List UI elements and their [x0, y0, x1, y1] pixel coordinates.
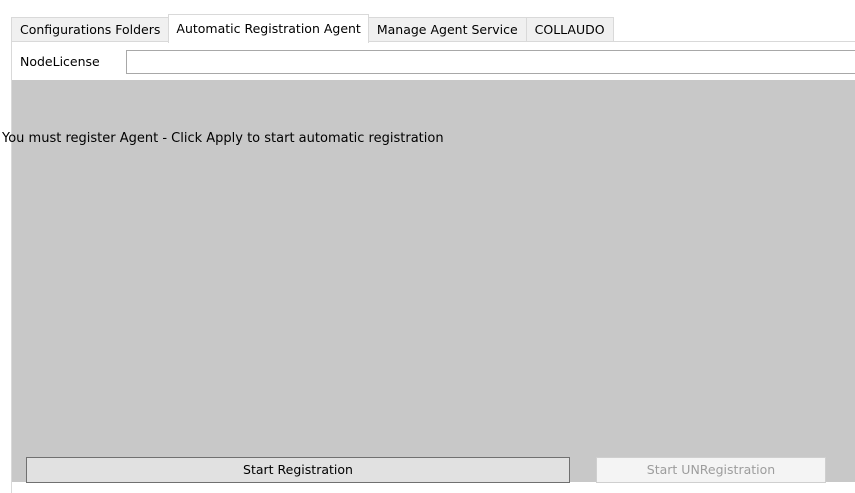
- tab-content-panel: NodeLicense You must register Agent - Cl…: [2, 41, 855, 493]
- registration-message: You must register Agent - Click Apply to…: [2, 131, 444, 146]
- settings-window: Configurations Folders Automatic Registr…: [0, 0, 855, 493]
- tab-manage-agent-service[interactable]: Manage Agent Service: [367, 17, 527, 42]
- tab-configurations-folders[interactable]: Configurations Folders: [11, 17, 170, 42]
- tab-collaudo[interactable]: COLLAUDO: [525, 17, 614, 42]
- registration-status-area: You must register Agent - Click Apply to…: [2, 80, 855, 482]
- tab-strip: Configurations Folders Automatic Registr…: [11, 14, 614, 43]
- node-license-label: NodeLicense: [20, 54, 100, 69]
- tab-automatic-registration-agent[interactable]: Automatic Registration Agent: [168, 14, 369, 43]
- node-license-input[interactable]: [126, 50, 855, 74]
- node-license-row: NodeLicense: [12, 50, 855, 76]
- start-registration-button[interactable]: Start Registration: [26, 457, 570, 483]
- start-unregistration-button[interactable]: Start UNRegistration: [596, 457, 826, 483]
